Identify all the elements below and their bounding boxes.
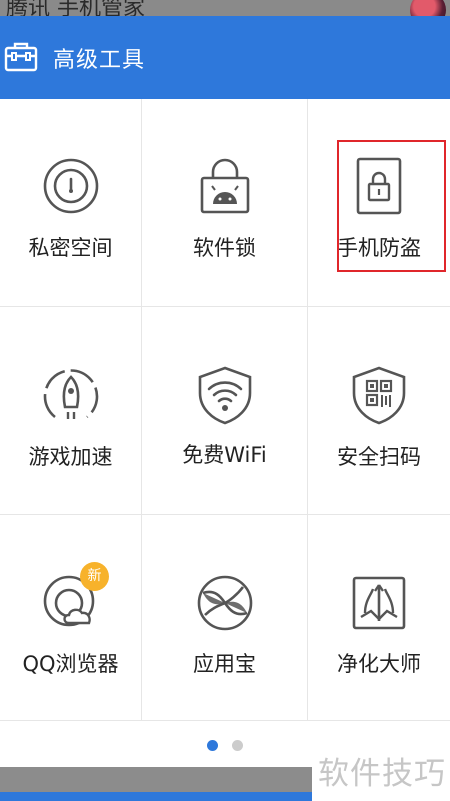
anti-theft-icon <box>349 156 409 216</box>
tool-app-lock[interactable]: 软件锁 <box>142 99 308 307</box>
wifi-shield-icon <box>195 365 255 425</box>
tool-label: 软件锁 <box>193 236 256 260</box>
rocket-icon <box>41 365 101 425</box>
tool-purify-master[interactable]: 净化大师 <box>308 515 450 721</box>
app-title-text: 腾讯 手机管家 <box>6 0 145 16</box>
tool-label: 安全扫码 <box>337 445 421 469</box>
avatar <box>410 0 446 16</box>
tool-label: 私密空间 <box>28 236 113 260</box>
private-space-icon <box>41 156 101 216</box>
tool-label: 手机防盗 <box>337 236 421 260</box>
tool-label: 免费WiFi <box>182 443 267 467</box>
tools-grid: 私密空间 软件锁 手机防盗 游戏加速 免费WiFi 安全扫码 新 QQ浏览器 应… <box>0 99 450 721</box>
purify-icon <box>349 573 409 633</box>
tool-game-boost[interactable]: 游戏加速 <box>0 307 142 515</box>
new-badge: 新 <box>80 562 109 591</box>
tool-private-space[interactable]: 私密空间 <box>0 99 142 307</box>
status-strip: 腾讯 手机管家 <box>0 0 450 16</box>
tool-qr-scan[interactable]: 安全扫码 <box>308 307 450 515</box>
tool-label: 净化大师 <box>337 652 421 676</box>
page-title: 高级工具 <box>53 48 146 73</box>
tool-app-store[interactable]: 应用宝 <box>142 515 308 721</box>
app-store-icon <box>195 573 255 633</box>
page-dot-active[interactable] <box>207 740 218 751</box>
tool-qq-browser[interactable]: 新 QQ浏览器 <box>0 515 142 721</box>
tool-label: QQ浏览器 <box>22 652 119 676</box>
watermark-text: 软件技巧 <box>318 756 446 792</box>
tool-anti-theft[interactable]: 手机防盗 <box>308 99 450 307</box>
tool-label: 游戏加速 <box>28 445 113 469</box>
header-bar: 高级工具 <box>0 16 450 99</box>
tool-free-wifi[interactable]: 免费WiFi <box>142 307 308 515</box>
bottom-accent <box>0 792 318 801</box>
qr-shield-icon <box>349 365 409 425</box>
app-lock-icon <box>195 156 255 216</box>
tool-label: 应用宝 <box>193 652 256 676</box>
page-dot[interactable] <box>232 740 243 751</box>
toolbox-icon <box>4 42 38 72</box>
